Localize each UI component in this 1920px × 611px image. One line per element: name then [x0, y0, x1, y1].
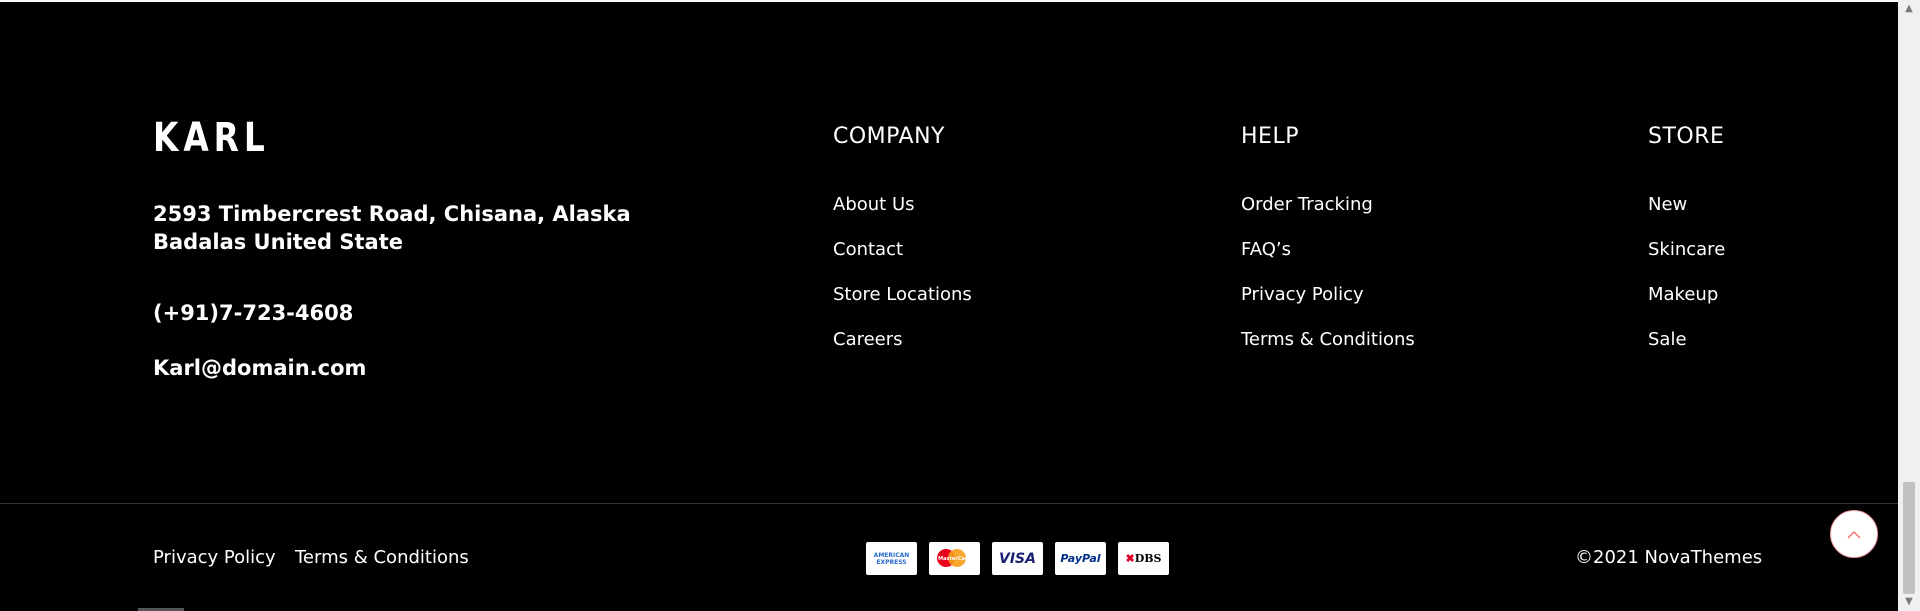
email-address[interactable]: Karl@domain.com: [153, 356, 366, 380]
company-column: COMPANY About Us Contact Store Locations…: [833, 124, 972, 350]
footer-link-about-us[interactable]: About Us: [833, 194, 972, 239]
amex-label: AMERICAN EXPRESS: [873, 551, 910, 566]
company-heading: COMPANY: [833, 124, 945, 149]
footer-link-careers[interactable]: Careers: [833, 329, 972, 374]
footer-link-new[interactable]: New: [1648, 194, 1725, 239]
help-column: HELP Order Tracking FAQ’s Privacy Policy…: [1241, 124, 1415, 350]
bottom-link-privacy[interactable]: Privacy Policy: [153, 547, 276, 568]
dbs-label: DBS: [1134, 552, 1162, 565]
help-heading: HELP: [1241, 124, 1299, 149]
footer-link-store-locations[interactable]: Store Locations: [833, 284, 972, 329]
paypal-icon: PayPal: [1055, 542, 1106, 575]
top-border: [0, 0, 1898, 2]
amex-icon: AMERICAN EXPRESS: [866, 542, 917, 575]
chevron-up-icon: [1847, 530, 1861, 538]
footer-divider: [0, 503, 1898, 504]
scroll-down-arrow[interactable]: ▼: [1898, 593, 1920, 611]
dbs-icon: ✖ DBS: [1118, 542, 1169, 575]
scrollbar-thumb[interactable]: [1903, 482, 1915, 594]
footer-link-skincare[interactable]: Skincare: [1648, 239, 1725, 284]
visa-label: VISA: [999, 550, 1036, 567]
footer-link-privacy-policy[interactable]: Privacy Policy: [1241, 284, 1415, 329]
bottom-link-terms[interactable]: Terms & Conditions: [295, 547, 469, 568]
footer-link-sale[interactable]: Sale: [1648, 329, 1725, 374]
visa-icon: VISA: [992, 542, 1043, 575]
back-to-top-button[interactable]: [1830, 510, 1878, 558]
payment-methods: AMERICAN EXPRESS MasterCard VISA PayPal …: [866, 542, 1169, 575]
footer-link-faqs[interactable]: FAQ’s: [1241, 239, 1415, 284]
footer: KARL 2593 Timbercrest Road, Chisana, Ala…: [0, 0, 1920, 611]
phone-number: (+91)7-723-4608: [153, 301, 354, 325]
paypal-label: PayPal: [1060, 552, 1101, 565]
mastercard-icon: MasterCard: [929, 542, 980, 575]
mastercard-label: MasterCard: [938, 555, 971, 562]
scrollbar[interactable]: ▲ ▼: [1898, 0, 1920, 611]
footer-link-terms[interactable]: Terms & Conditions: [1241, 329, 1415, 374]
address: 2593 Timbercrest Road, Chisana, Alaska B…: [153, 202, 631, 254]
copyright: ©2021 NovaThemes: [1575, 547, 1763, 568]
store-column: STORE New Skincare Makeup Sale: [1648, 124, 1725, 350]
store-heading: STORE: [1648, 124, 1725, 149]
brand-logo[interactable]: KARL: [153, 118, 270, 158]
footer-link-contact[interactable]: Contact: [833, 239, 972, 284]
footer-link-makeup[interactable]: Makeup: [1648, 284, 1725, 329]
footer-link-order-tracking[interactable]: Order Tracking: [1241, 194, 1415, 239]
scroll-up-arrow[interactable]: ▲: [1898, 0, 1920, 18]
